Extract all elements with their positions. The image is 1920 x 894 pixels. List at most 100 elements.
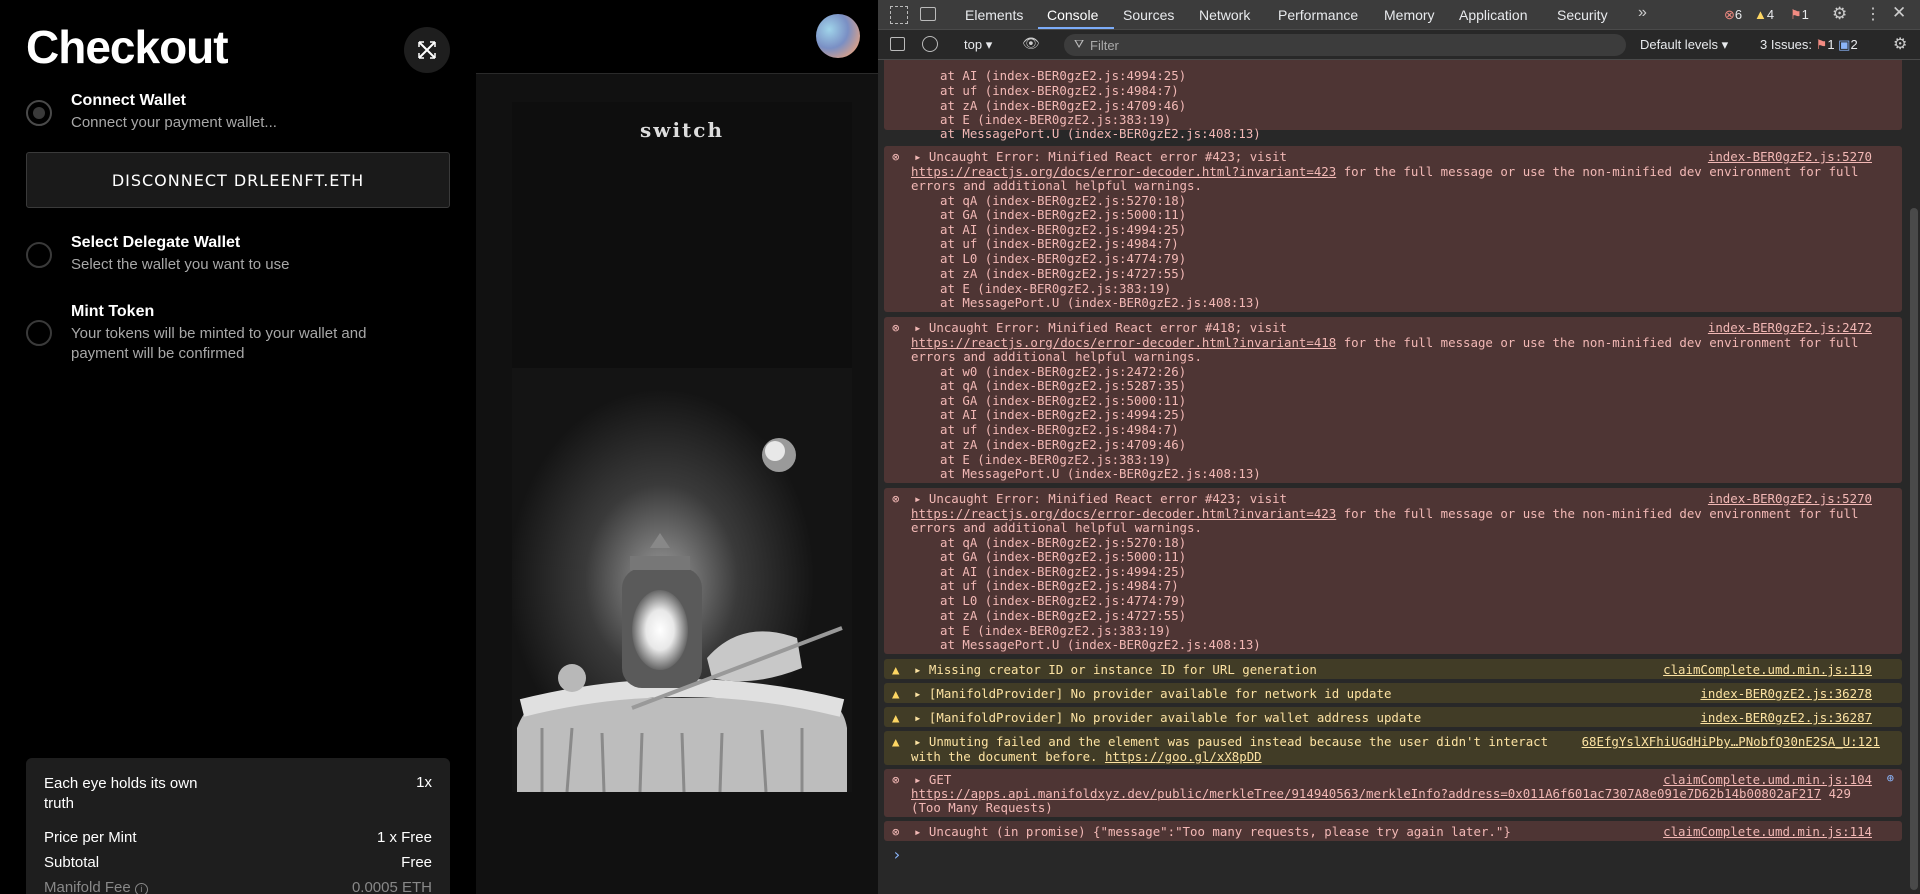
source-link[interactable]: index-BER0gzE2.js:5270 bbox=[1708, 149, 1872, 164]
stack-line[interactable]: at zA (index-BER0gzE2.js:4727:55) bbox=[940, 608, 1186, 623]
device-toolbar-icon[interactable] bbox=[920, 7, 936, 21]
tab-performance[interactable]: Performance bbox=[1278, 7, 1358, 23]
sidebar-toggle-icon[interactable] bbox=[890, 37, 905, 51]
warning-count-badge[interactable]: ▲4 bbox=[1754, 7, 1774, 22]
tab-network[interactable]: Network bbox=[1199, 7, 1250, 23]
tab-elements[interactable]: Elements bbox=[965, 7, 1023, 23]
step-description: Select the wallet you want to use bbox=[71, 256, 290, 273]
stack-line[interactable]: at AI (index-BER0gzE2.js:4994:25) bbox=[940, 222, 1186, 237]
context-selector[interactable]: top ▾ bbox=[964, 37, 992, 53]
warning-icon: ▲ bbox=[892, 734, 900, 749]
issues-summary[interactable]: 3 Issues: ⚑1 ▣2 bbox=[1760, 37, 1858, 53]
more-tabs-icon[interactable]: » bbox=[1638, 4, 1647, 22]
stack-line[interactable]: at E (index-BER0gzE2.js:383:19) bbox=[940, 623, 1171, 638]
stack-frame[interactable]: at AI (index-BER0gzE2.js:4994:25) bbox=[940, 68, 1186, 83]
stack-line[interactable]: at E (index-BER0gzE2.js:383:19) bbox=[940, 281, 1171, 296]
console-prompt[interactable]: › bbox=[892, 845, 902, 864]
stack-frame[interactable]: at E (index-BER0gzE2.js:383:19) bbox=[940, 112, 1171, 127]
settings-gear-icon[interactable]: ⚙ bbox=[1832, 4, 1847, 24]
avatar[interactable] bbox=[816, 14, 860, 58]
live-expression-eye-icon[interactable]: 👁 bbox=[1022, 35, 1040, 52]
stack-line[interactable]: at GA (index-BER0gzE2.js:5000:11) bbox=[940, 549, 1186, 564]
request-url[interactable]: https://apps.api.manifoldxyz.dev/public/… bbox=[911, 786, 1821, 801]
token-preview: switch bbox=[476, 0, 878, 894]
console-settings-gear-icon[interactable]: ⚙ bbox=[1893, 34, 1907, 54]
stack-line[interactable]: at AI (index-BER0gzE2.js:4994:25) bbox=[940, 564, 1186, 579]
stack-line[interactable]: at uf (index-BER0gzE2.js:4984:7) bbox=[940, 578, 1179, 593]
warning-message[interactable]: ▸ Missing creator ID or instance ID for … bbox=[914, 662, 1317, 677]
error-message[interactable]: ▸ Uncaught Error: Minified React error #… bbox=[914, 491, 1287, 506]
stack-line[interactable]: at zA (index-BER0gzE2.js:4727:55) bbox=[940, 266, 1186, 281]
tab-application[interactable]: Application bbox=[1459, 7, 1528, 23]
source-link[interactable]: index-BER0gzE2.js:36278 bbox=[1700, 686, 1872, 701]
error-count-badge[interactable]: ⊗6 bbox=[1724, 7, 1742, 23]
more-options-icon[interactable]: ⋮ bbox=[1865, 4, 1881, 24]
source-link[interactable]: index-BER0gzE2.js:5270 bbox=[1708, 491, 1872, 506]
stack-line[interactable]: at E (index-BER0gzE2.js:383:19) bbox=[940, 452, 1171, 467]
stack-line[interactable]: at MessagePort.U (index-BER0gzE2.js:408:… bbox=[940, 637, 1261, 652]
source-link[interactable]: claimComplete.umd.min.js:114 bbox=[1663, 824, 1872, 839]
error-message[interactable]: ▸ Uncaught (in promise) {"message":"Too … bbox=[914, 824, 1511, 839]
error-decoder-link[interactable]: https://reactjs.org/docs/error-decoder.h… bbox=[911, 164, 1336, 179]
tab-memory[interactable]: Memory bbox=[1384, 7, 1435, 23]
stack-line[interactable]: at AI (index-BER0gzE2.js:4994:25) bbox=[940, 407, 1186, 422]
console-scrollbar[interactable] bbox=[1910, 208, 1918, 890]
close-button[interactable] bbox=[404, 27, 450, 73]
stack-frame[interactable]: at uf (index-BER0gzE2.js:4984:7) bbox=[940, 83, 1179, 98]
stack-frame[interactable]: at MessagePort.U (index-BER0gzE2.js:408:… bbox=[940, 126, 1261, 141]
stack-line[interactable]: at uf (index-BER0gzE2.js:4984:7) bbox=[940, 422, 1179, 437]
console-toolbar: top ▾ 👁 ⛛ Filter Default levels ▾ 3 Issu… bbox=[878, 30, 1920, 60]
log-levels-dropdown[interactable]: Default levels ▾ bbox=[1640, 37, 1728, 53]
warning-message[interactable]: ▸ [ManifoldProvider] No provider availab… bbox=[914, 710, 1421, 725]
stack-line[interactable]: at qA (index-BER0gzE2.js:5270:18) bbox=[940, 193, 1186, 208]
stack-line[interactable]: at w0 (index-BER0gzE2.js:2472:26) bbox=[940, 364, 1186, 379]
issue-info-icon: ▣ bbox=[1838, 37, 1851, 52]
warning-message[interactable]: ▸ [ManifoldProvider] No provider availab… bbox=[914, 686, 1391, 701]
disconnect-wallet-button[interactable]: DISCONNECT DRLEENFT.ETH bbox=[26, 152, 450, 208]
source-link[interactable]: index-BER0gzE2.js:36287 bbox=[1700, 710, 1872, 725]
filter-input[interactable]: Filter bbox=[1090, 38, 1119, 53]
error-detail: errors and additional helpful warnings. bbox=[911, 520, 1202, 535]
source-link[interactable]: index-BER0gzE2.js:2472 bbox=[1708, 320, 1872, 335]
stack-line[interactable]: at MessagePort.U (index-BER0gzE2.js:408:… bbox=[940, 295, 1261, 310]
tab-console[interactable]: Console bbox=[1047, 7, 1098, 23]
stack-frame[interactable]: at zA (index-BER0gzE2.js:4709:46) bbox=[940, 98, 1186, 113]
error-icon: ⊗ bbox=[892, 149, 900, 164]
stack-line[interactable]: at GA (index-BER0gzE2.js:5000:11) bbox=[940, 207, 1186, 222]
stack-line[interactable]: at L0 (index-BER0gzE2.js:4774:79) bbox=[940, 593, 1186, 608]
error-message[interactable]: ▸ Uncaught Error: Minified React error #… bbox=[914, 149, 1287, 164]
inspect-element-icon[interactable] bbox=[890, 6, 908, 24]
issue-count-badge[interactable]: ⚑1 bbox=[1790, 7, 1809, 23]
error-decoder-link[interactable]: https://reactjs.org/docs/error-decoder.h… bbox=[911, 335, 1336, 350]
stack-line[interactable]: at zA (index-BER0gzE2.js:4709:46) bbox=[940, 437, 1186, 452]
stack-line: at zA (index-BER0gzE2.js:4709:46) bbox=[940, 98, 1186, 113]
request-method[interactable]: ▸ GET bbox=[914, 772, 951, 787]
close-icon bbox=[418, 41, 436, 59]
stack-line[interactable]: at L0 (index-BER0gzE2.js:4774:79) bbox=[940, 251, 1186, 266]
error-head: Uncaught Error: Minified React error #42… bbox=[928, 149, 1287, 164]
tab-security[interactable]: Security bbox=[1557, 7, 1608, 23]
stack-line[interactable]: at uf (index-BER0gzE2.js:4984:7) bbox=[940, 236, 1179, 251]
source-link[interactable]: 68EfgYslXFhiUGdHiPby…PNobfQ30nE2SA_U:121 bbox=[1582, 734, 1880, 749]
stack-line[interactable]: at qA (index-BER0gzE2.js:5270:18) bbox=[940, 535, 1186, 550]
info-icon[interactable]: i bbox=[134, 883, 148, 894]
network-panel-icon[interactable]: ⊕ bbox=[1887, 771, 1894, 785]
issue-count: 1 bbox=[1801, 7, 1809, 22]
console-filter[interactable]: ⛛ Filter bbox=[1064, 34, 1626, 56]
warning-message[interactable]: ▸ Unmuting failed and the element was pa… bbox=[914, 734, 1548, 749]
stack-line[interactable]: at GA (index-BER0gzE2.js:5000:11) bbox=[940, 393, 1186, 408]
close-devtools-icon[interactable]: ✕ bbox=[1892, 3, 1906, 23]
devtools-tabbar: Elements Console Sources Network Perform… bbox=[878, 0, 1920, 30]
clear-console-icon[interactable] bbox=[922, 36, 938, 52]
step-radio bbox=[26, 320, 52, 346]
step-title: Mint Token bbox=[71, 303, 155, 320]
source-link[interactable]: claimComplete.umd.min.js:104 bbox=[1663, 772, 1872, 787]
error-message[interactable]: ▸ Uncaught Error: Minified React error #… bbox=[914, 320, 1287, 335]
error-decoder-link[interactable]: https://reactjs.org/docs/error-decoder.h… bbox=[911, 506, 1336, 521]
stack-line[interactable]: at qA (index-BER0gzE2.js:5287:35) bbox=[940, 378, 1186, 393]
item-quantity: 1x bbox=[416, 774, 432, 791]
tab-sources[interactable]: Sources bbox=[1123, 7, 1174, 23]
help-link[interactable]: https://goo.gl/xX8pDD bbox=[1105, 749, 1262, 764]
source-link[interactable]: claimComplete.umd.min.js:119 bbox=[1663, 662, 1872, 677]
stack-line[interactable]: at MessagePort.U (index-BER0gzE2.js:408:… bbox=[940, 466, 1261, 481]
